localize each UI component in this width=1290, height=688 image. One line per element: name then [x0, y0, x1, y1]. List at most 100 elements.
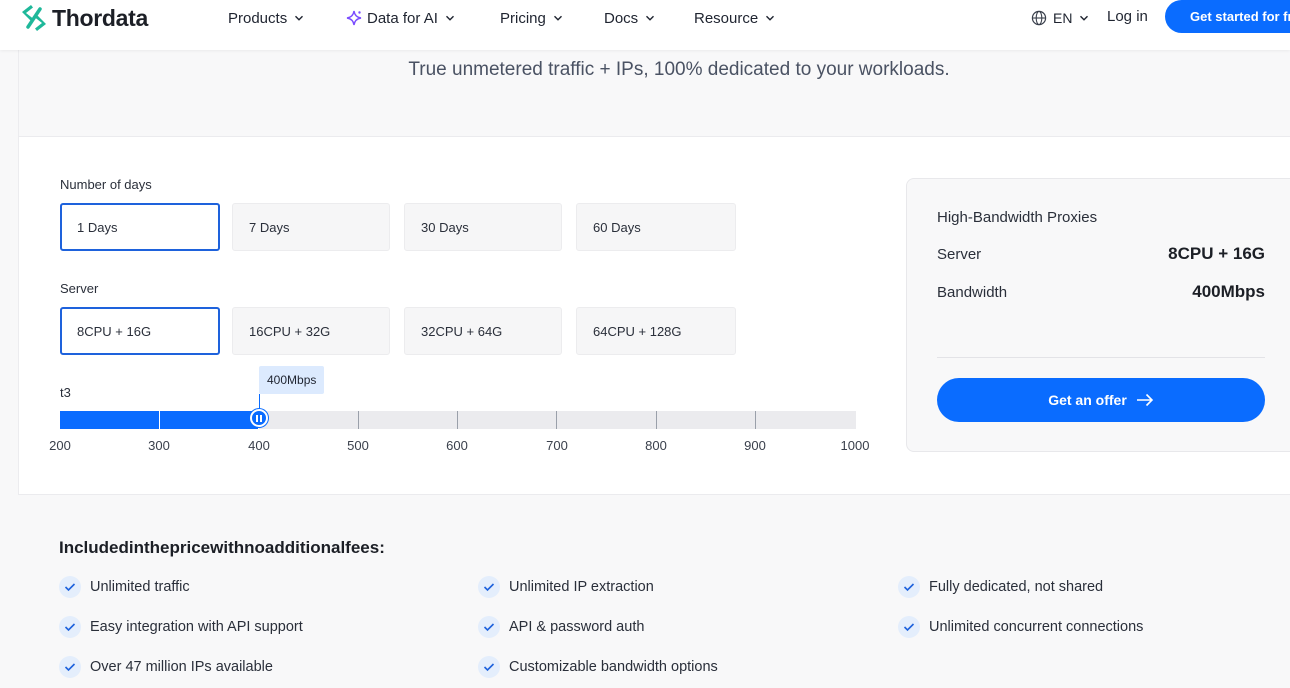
summary-bandwidth-row: Bandwidth 400Mbps [937, 280, 1265, 304]
brand-name: Thordata [52, 4, 148, 31]
nav-products[interactable]: Products [228, 8, 304, 28]
brand-logo[interactable]: Thordata [19, 3, 148, 33]
nav-docs-label: Docs [604, 9, 639, 27]
hero-subtitle-section: True unmetered traffic + IPs, 100% dedic… [18, 50, 1290, 136]
server-option-32cpu[interactable]: 32CPU + 64G [404, 307, 562, 355]
feature-text: Fully dedicated, not shared [929, 579, 1104, 595]
globe-icon [1031, 10, 1047, 26]
feature-text: Easy integration with API support [90, 619, 303, 635]
server-option-8cpu[interactable]: 8CPU + 16G [60, 307, 220, 355]
nav-data-for-ai-label: Data for AI [367, 9, 438, 27]
slider-scale-label: 300 [148, 438, 170, 453]
sparkle-icon [346, 10, 362, 26]
chevron-down-icon [295, 15, 304, 21]
slider-scale-label: 800 [645, 438, 667, 453]
language-label: EN [1053, 10, 1073, 26]
language-selector[interactable]: EN [1031, 8, 1089, 28]
summary-title: High-Bandwidth Proxies [937, 209, 1098, 226]
bandwidth-slider-track[interactable] [60, 411, 856, 429]
nav-data-for-ai[interactable]: Data for AI [346, 8, 455, 28]
nav-pricing[interactable]: Pricing [500, 8, 563, 28]
server-option-16cpu[interactable]: 16CPU + 32G [232, 307, 390, 355]
slider-scale-label: 400 [248, 438, 270, 453]
slider-scale-label: 1000 [840, 438, 870, 453]
feature-text: Unlimited concurrent connections [929, 619, 1144, 635]
server-label: Server [60, 281, 99, 296]
chevron-down-icon [553, 15, 562, 21]
plan-summary-card: High-Bandwidth Proxies Server 8CPU + 16G… [906, 178, 1290, 452]
slider-scale-label: 700 [546, 438, 568, 453]
slider-scale-label: 200 [49, 438, 71, 453]
nav-pricing-label: Pricing [500, 9, 546, 27]
included-title: Includedinthepricewithnoadditionalfees: [59, 538, 385, 557]
top-navigation-bar: Thordata Products Data for AI Pricing Do… [0, 0, 1290, 50]
chevron-down-icon [646, 15, 655, 21]
slider-scale-label: 600 [446, 438, 468, 453]
summary-server-row: Server 8CPU + 16G [937, 242, 1265, 266]
chevron-down-icon [445, 15, 454, 21]
bandwidth-tooltip: 400Mbps [259, 366, 325, 394]
check-icon [478, 616, 500, 638]
summary-bandwidth-label: Bandwidth [937, 283, 1008, 301]
feature-item: Customizable bandwidth options [478, 654, 718, 680]
server-option-label: 16CPU + 32G [249, 323, 331, 339]
nav-docs[interactable]: Docs [604, 8, 655, 28]
hero-subtitle: True unmetered traffic + IPs, 100% dedic… [408, 59, 950, 80]
get-offer-label: Get an offer [1048, 392, 1127, 408]
days-option-label: 30 Days [421, 219, 469, 235]
feature-text: Unlimited traffic [90, 579, 190, 595]
feature-text: Unlimited IP extraction [509, 579, 654, 595]
nav-resource[interactable]: Resource [694, 8, 775, 28]
check-icon [59, 616, 81, 638]
thordata-logo-icon [22, 5, 46, 31]
feature-item: Unlimited IP extraction [478, 574, 654, 600]
summary-server-value: 8CPU + 16G [1168, 244, 1265, 263]
summary-bandwidth-value: 400Mbps [1192, 282, 1265, 301]
days-option-7[interactable]: 7 Days [232, 203, 390, 251]
slider-tick [755, 411, 756, 429]
feature-item: Fully dedicated, not shared [898, 574, 1103, 600]
days-option-1[interactable]: 1 Days [60, 203, 220, 251]
check-icon [59, 576, 81, 598]
days-label: Number of days [60, 177, 152, 192]
slider-scale-label: 900 [744, 438, 766, 453]
slider-tick [556, 411, 557, 429]
days-option-label: 1 Days [77, 219, 118, 235]
days-option-30[interactable]: 30 Days [404, 203, 562, 251]
days-option-label: 7 Days [249, 219, 290, 235]
feature-text: Customizable bandwidth options [509, 659, 718, 675]
get-started-button[interactable]: Get started for free [1165, 0, 1290, 33]
feature-item: Unlimited concurrent connections [898, 614, 1143, 640]
slider-tick [656, 411, 657, 429]
feature-text: API & password auth [509, 619, 645, 635]
slider-tick [159, 411, 160, 429]
check-icon [478, 656, 500, 678]
check-icon [59, 656, 81, 678]
nav-resource-label: Resource [694, 9, 759, 27]
chevron-down-icon [766, 15, 775, 21]
feature-item: Easy integration with API support [59, 614, 303, 640]
check-icon [478, 576, 500, 598]
slider-scale-label: 500 [347, 438, 369, 453]
check-icon [898, 616, 920, 638]
summary-divider [937, 357, 1265, 358]
bandwidth-label: t3 [60, 385, 71, 400]
feature-item: API & password auth [478, 614, 644, 640]
chevron-down-icon [1080, 15, 1089, 21]
days-option-60[interactable]: 60 Days [576, 203, 736, 251]
bandwidth-slider-handle[interactable] [250, 409, 268, 427]
check-icon [898, 576, 920, 598]
feature-item: Over 47 million IPs available [59, 654, 273, 680]
server-option-64cpu[interactable]: 64CPU + 128G [576, 307, 736, 355]
days-option-label: 60 Days [593, 219, 641, 235]
server-option-label: 8CPU + 16G [77, 323, 152, 339]
get-started-label: Get started for free [1190, 9, 1290, 24]
login-link[interactable]: Log in [1107, 8, 1148, 25]
feature-text: Over 47 million IPs available [90, 659, 273, 675]
slider-tick [457, 411, 458, 429]
server-option-label: 64CPU + 128G [593, 323, 682, 339]
get-offer-button[interactable]: Get an offer [937, 378, 1265, 422]
slider-tick [358, 411, 359, 429]
feature-item: Unlimited traffic [59, 574, 190, 600]
arrow-right-icon [1136, 393, 1153, 407]
